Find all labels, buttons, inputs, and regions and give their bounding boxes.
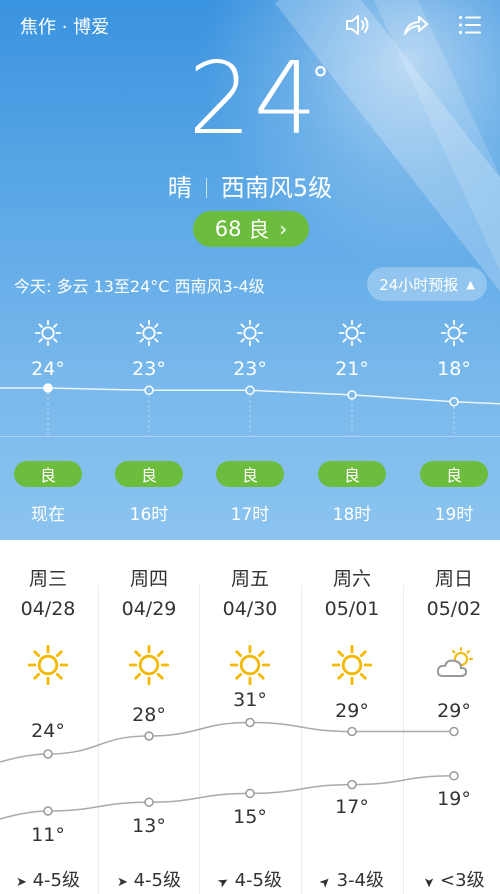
hourly-aqi-badge: 良 — [318, 461, 386, 487]
chevron-right-icon: › — [279, 217, 288, 241]
hourly-temperature-point — [347, 390, 357, 400]
sun-icon — [440, 319, 468, 347]
daily-high-line — [0, 721, 454, 763]
daily-low-point — [245, 788, 255, 799]
day-wind: ➤ 4-5级 — [99, 866, 199, 892]
hourly-temperature: 24° — [31, 358, 65, 380]
daily-low-point — [43, 806, 53, 816]
sun-icon — [34, 319, 62, 347]
day-date: 04/28 — [20, 598, 76, 620]
hourly-temperature-chart — [0, 383, 500, 436]
daily-low-line — [0, 775, 455, 820]
divider — [205, 178, 207, 198]
sun-icon — [331, 644, 373, 686]
aqi-value: 68 — [214, 217, 242, 241]
hourly-temperature-point — [43, 383, 53, 393]
day-wind: ➤ 4-5级 — [200, 866, 300, 892]
aqi-level: 良 — [248, 218, 270, 242]
day-date: 05/02 — [426, 598, 482, 620]
hourly-temperature-point — [144, 385, 154, 396]
day-wind: ➤ 4-5级 — [0, 866, 98, 892]
day-name: 周三 — [28, 568, 67, 590]
current-condition: 晴 — [167, 174, 192, 202]
sun-icon — [236, 319, 264, 347]
daily-high-point — [449, 726, 459, 737]
day-wind: ➤ 3-4级 — [302, 866, 402, 892]
hourly-aqi-badge: 良 — [14, 461, 82, 487]
cloud-sun-icon — [434, 645, 474, 685]
day-wind: ➤ <3级 — [404, 866, 500, 892]
aqi-button[interactable]: 68 良 › — [193, 211, 309, 247]
weather-header-background: 焦作 · 博爱 24 ° 晴西南风5级 68 良 › 今天: 多云 13至24°… — [0, 0, 500, 540]
current-condition-row: 晴西南风5级 — [0, 168, 500, 203]
day-name: 周四 — [129, 568, 168, 590]
hourly-time-label: 17时 — [230, 505, 270, 525]
hourly-aqi-badge: 良 — [115, 461, 183, 487]
day-name: 周日 — [434, 568, 473, 590]
forecast-button-label: 24小时预报 — [379, 275, 459, 294]
current-wind: 西南风5级 — [220, 174, 333, 202]
day-wind-level: <3级 — [440, 870, 485, 891]
daily-low-point — [347, 779, 357, 790]
sun-icon — [338, 319, 366, 347]
current-temperature: 24 — [188, 40, 320, 157]
hourly-aqi-badge: 良 — [216, 461, 284, 487]
sun-icon — [27, 644, 69, 686]
daily-high-point — [144, 731, 154, 741]
sun-icon — [135, 319, 163, 347]
hourly-aqi-badge: 良 — [420, 461, 488, 487]
hourly-time-label: 19时 — [434, 505, 474, 525]
day-name: 周五 — [230, 568, 269, 590]
hourly-temperature: 23° — [233, 358, 267, 380]
hourly-temperature: 21° — [335, 358, 369, 380]
daily-low-point — [449, 771, 459, 781]
day-date: 05/01 — [324, 598, 380, 620]
menu-icon[interactable] — [455, 10, 485, 40]
daily-temperature-chart — [0, 717, 459, 820]
sun-icon — [229, 644, 271, 686]
hourly-temperature-point — [245, 385, 255, 396]
current-temperature-degree: ° — [312, 60, 329, 100]
day-wind-level: 4-5级 — [234, 870, 283, 891]
wind-direction-icon: ➤ — [316, 873, 335, 892]
city-name[interactable]: 焦作 · 博爱 — [20, 13, 109, 39]
hourly-temperature: 23° — [132, 358, 166, 380]
today-summary: 今天: 多云 13至24°C 西南风3-4级 — [14, 277, 265, 296]
speaker-icon[interactable] — [342, 10, 372, 40]
day-date: 04/30 — [222, 598, 278, 620]
hourly-baseline — [0, 436, 500, 437]
day-wind-level: 4-5级 — [133, 870, 182, 891]
hourly-time-label: 18时 — [332, 505, 372, 525]
24h-forecast-toggle-button[interactable]: 24小时预报 ▲ — [367, 267, 487, 301]
daily-low-point — [144, 797, 154, 807]
daily-high-point — [347, 726, 357, 737]
day-name: 周六 — [332, 568, 371, 590]
hourly-time-label: 16时 — [129, 505, 169, 525]
share-icon[interactable] — [400, 10, 430, 40]
wind-direction-icon: ➤ — [214, 873, 232, 892]
sun-icon — [128, 644, 170, 686]
daily-high-point — [245, 717, 255, 728]
daily-high-point — [43, 749, 53, 759]
hourly-temperature-point — [449, 397, 459, 407]
caret-up-icon: ▲ — [466, 277, 475, 291]
wind-direction-icon: ➤ — [421, 877, 437, 888]
wind-direction-icon: ➤ — [15, 875, 27, 890]
day-wind-level: 3-4级 — [336, 870, 385, 891]
hourly-temperature: 18° — [437, 358, 471, 380]
wind-direction-icon: ➤ — [116, 875, 128, 890]
day-date: 04/29 — [121, 598, 177, 620]
day-wind-level: 4-5级 — [32, 870, 81, 891]
hourly-time-label: 现在 — [31, 505, 65, 525]
